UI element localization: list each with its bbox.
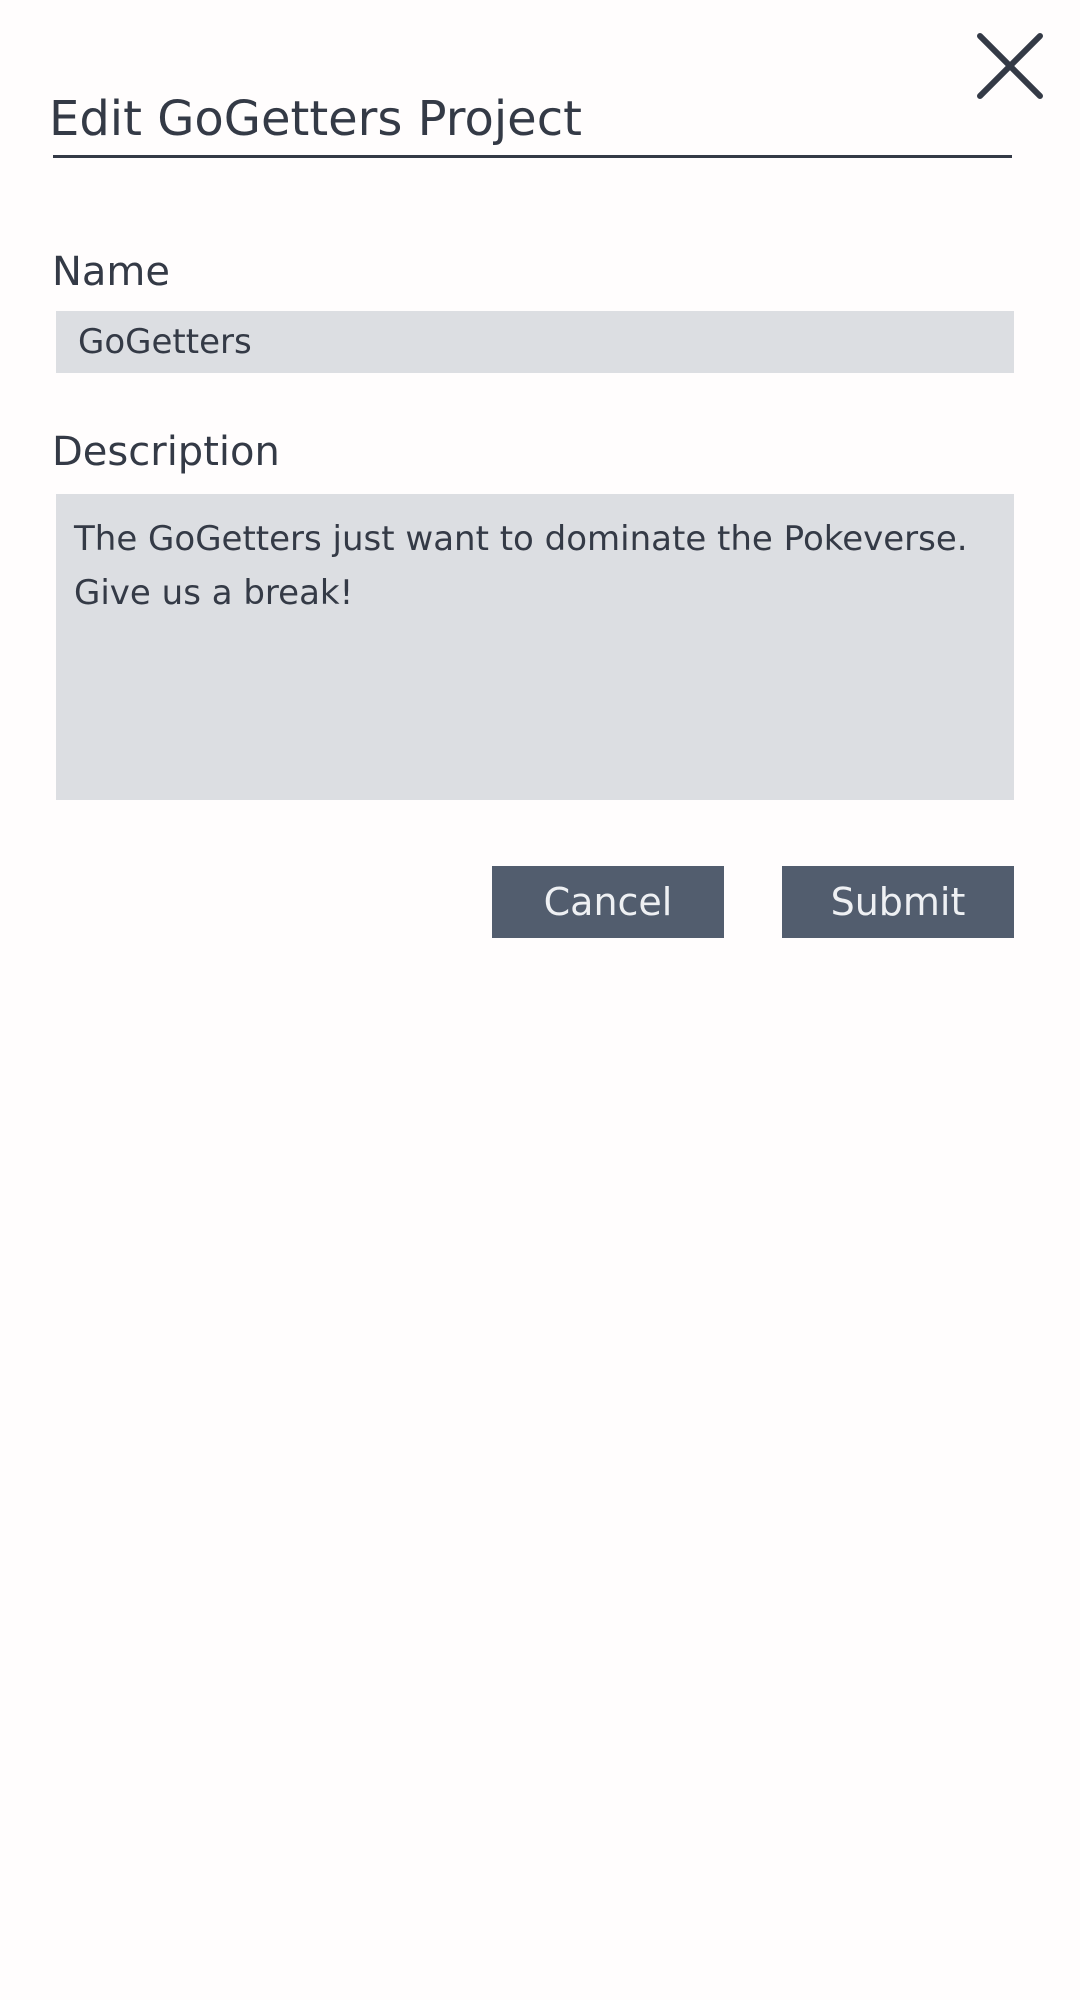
description-textarea[interactable]: The GoGetters just want to dominate the … [56, 494, 1014, 800]
close-icon [977, 33, 1043, 99]
edit-project-dialog: Edit GoGetters Project Name Description … [0, 0, 1080, 2000]
dialog-title: Edit GoGetters Project [49, 91, 582, 147]
title-divider [53, 155, 1012, 158]
close-button[interactable] [976, 32, 1044, 100]
submit-button[interactable]: Submit [782, 866, 1014, 938]
cancel-button[interactable]: Cancel [492, 866, 724, 938]
name-input[interactable] [56, 311, 1014, 373]
description-label: Description [52, 429, 280, 475]
name-label: Name [52, 249, 171, 295]
